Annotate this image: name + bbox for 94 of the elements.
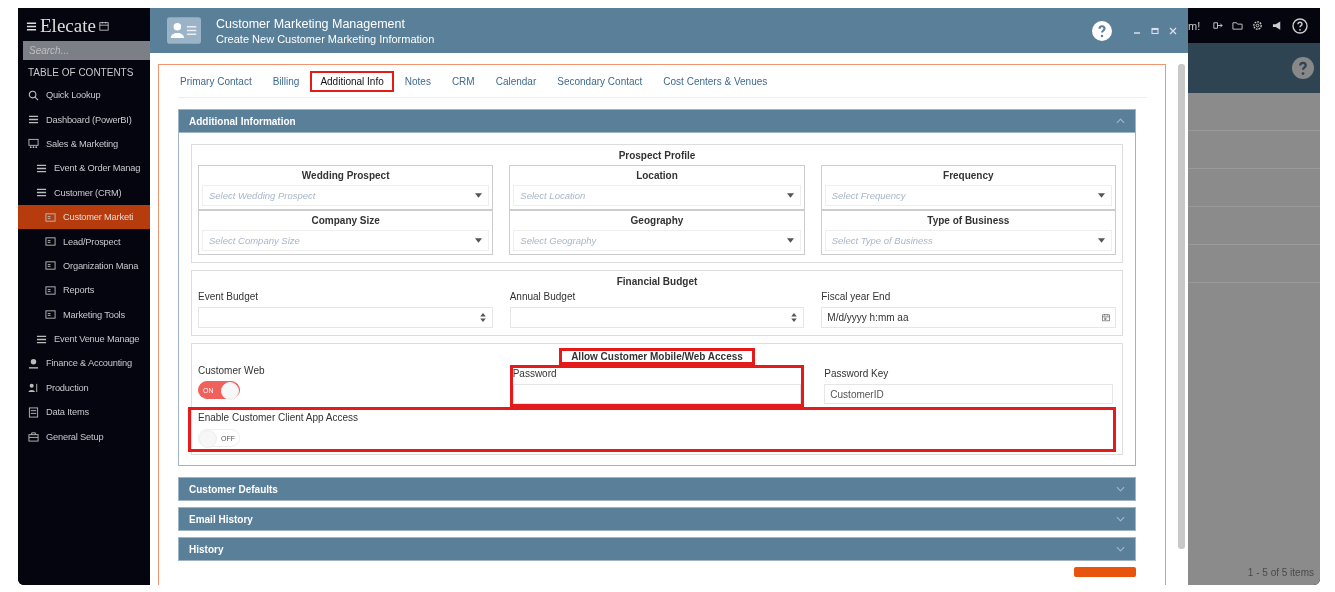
card-icon (45, 284, 56, 296)
section-header[interactable]: Email History (178, 507, 1136, 531)
sidebar-item[interactable]: Lead/Prospect (18, 229, 150, 254)
section-header[interactable]: History (178, 537, 1136, 561)
caret-icon (475, 193, 483, 198)
calendar-icon[interactable] (1102, 312, 1110, 323)
sidebar-item[interactable]: Event & Order Manag (18, 156, 150, 181)
chevron-up-icon[interactable] (1116, 118, 1125, 124)
sidebar-item[interactable]: Organization Mana (18, 253, 150, 279)
caret-icon (1098, 193, 1105, 198)
field-label: Event Budget (198, 291, 260, 302)
sidebar-item[interactable]: Customer Marketi (18, 204, 150, 230)
tab[interactable]: Secondary Contact (547, 70, 653, 92)
menu-icon (28, 114, 39, 126)
sidebar-item[interactable]: Finance & Accounting (18, 351, 150, 376)
tab[interactable]: Additional Info (310, 70, 394, 92)
spinner-icon[interactable] (790, 312, 799, 323)
sidebar-item[interactable]: Event Venue Manage (18, 326, 150, 352)
toc-heading: TABLE OF CONTENTS (27, 66, 135, 80)
search-field[interactable]: Search... (23, 41, 150, 60)
caret-icon (786, 238, 794, 243)
date-field[interactable]: M/d/yyyy h:mm aa (821, 307, 1116, 328)
menu-icon (36, 333, 47, 345)
group-title: Prospect Profile (617, 149, 697, 163)
top-bar-text: m! (1188, 19, 1201, 32)
chevron-down-icon[interactable] (1116, 546, 1125, 552)
field-label: Type of Business (926, 215, 1011, 228)
field-label: Location (635, 170, 679, 183)
number-field[interactable] (198, 307, 493, 328)
toolbox-icon (28, 431, 39, 443)
folder-icon[interactable] (1232, 20, 1243, 31)
group-title: Financial Budget (615, 275, 699, 289)
card-icon (45, 211, 56, 223)
field-label: Wedding Prospect (300, 170, 391, 183)
field-label: Frequency (942, 170, 995, 183)
logout-icon[interactable] (1212, 20, 1223, 31)
tab[interactable]: Cost Centers & Venues (653, 70, 778, 92)
tab[interactable]: Notes (394, 70, 441, 92)
maximize-icon[interactable] (1150, 25, 1160, 36)
sidebar-item[interactable]: Quick Lookup (18, 83, 150, 108)
tab[interactable]: Calendar (485, 70, 547, 92)
chevron-down-icon[interactable] (1116, 486, 1125, 492)
app-logo: Elecate (40, 15, 96, 37)
calculator-icon (28, 406, 39, 418)
tab[interactable]: Billing (262, 70, 310, 92)
sidebar-item[interactable]: Marketing Tools (18, 302, 150, 327)
close-icon[interactable] (1168, 25, 1178, 36)
field-label: Password Key (824, 368, 890, 379)
megaphone-icon[interactable] (1272, 20, 1283, 31)
pager-text: 1 - 5 of 5 items (1247, 567, 1315, 580)
contact-card-icon (167, 17, 201, 44)
caret-icon (1098, 238, 1105, 243)
money-hand-icon (28, 358, 39, 369)
tab[interactable]: CRM (441, 70, 485, 92)
group-title: Allow Customer Mobile/Web Access (559, 348, 755, 365)
settings-icon[interactable] (1252, 20, 1263, 31)
field-label: Fiscal year End (821, 291, 892, 302)
sidebar-item[interactable]: General Setup (18, 424, 150, 449)
card-icon (45, 236, 56, 248)
field-label: Enable Customer Client App Access (198, 412, 360, 423)
menu-icon[interactable] (26, 20, 37, 32)
card-icon (45, 309, 56, 321)
presentation-icon (28, 138, 39, 150)
calendar-icon[interactable] (98, 21, 109, 31)
section-header[interactable]: Additional Information (178, 109, 1136, 133)
dialog-title: Customer Marketing Management (216, 16, 406, 31)
scrollbar[interactable] (1178, 64, 1185, 549)
field-label: Password (512, 368, 558, 379)
sidebar-item[interactable]: Production (18, 375, 150, 401)
caret-icon (786, 193, 794, 198)
dialog-subtitle: Create New Customer Marketing Information (216, 32, 436, 45)
card-icon (45, 260, 56, 272)
people-icon (28, 382, 39, 394)
caret-icon (475, 238, 483, 243)
field-label: Company Size (310, 215, 381, 228)
field-label: Geography (629, 215, 685, 228)
menu-icon (36, 162, 47, 174)
sidebar-item[interactable]: Data Items (18, 400, 150, 425)
sidebar-item[interactable]: Customer (CRM) (18, 180, 150, 205)
sidebar-item[interactable]: Dashboard (PowerBI) (18, 107, 150, 132)
spinner-icon[interactable] (478, 312, 487, 323)
help-icon[interactable] (1292, 17, 1308, 34)
tab[interactable]: Primary Contact (178, 70, 262, 92)
search-icon (28, 89, 39, 101)
password-field[interactable] (512, 384, 802, 404)
chevron-down-icon[interactable] (1116, 516, 1125, 522)
field-label: Customer Web (198, 365, 266, 376)
password-key-field[interactable]: CustomerID (824, 384, 1113, 404)
section-header[interactable]: Customer Defaults (178, 477, 1136, 501)
sidebar-item[interactable]: Sales & Marketing (18, 131, 150, 157)
menu-icon (36, 187, 47, 199)
sidebar-item[interactable]: Reports (18, 278, 150, 303)
field-label: Annual Budget (509, 291, 577, 302)
number-field[interactable] (509, 307, 805, 328)
